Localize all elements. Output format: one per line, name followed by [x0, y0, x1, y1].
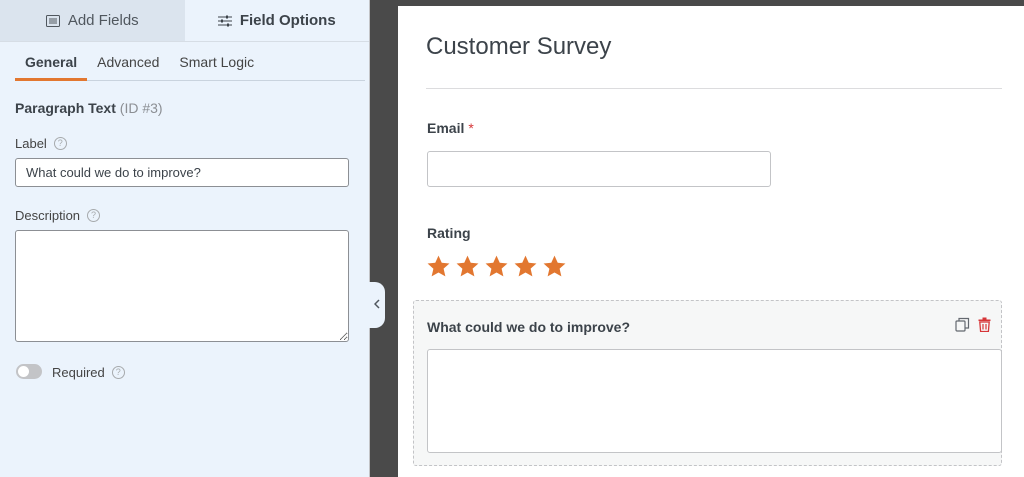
star-icon[interactable] [455, 254, 480, 279]
improve-textarea[interactable] [427, 349, 1002, 453]
help-icon[interactable]: ? [53, 137, 67, 150]
panel-tabs: Add Fields Field Options [0, 0, 369, 42]
star-icon[interactable] [426, 254, 451, 279]
chevron-left-icon [373, 296, 380, 314]
duplicate-icon[interactable] [955, 317, 970, 332]
trash-icon[interactable] [978, 317, 991, 332]
required-asterisk: * [468, 120, 474, 136]
list-icon [45, 14, 60, 27]
label-option-title: Label ? [15, 136, 67, 151]
improve-field-label: What could we do to improve? [427, 319, 630, 335]
subtab-advanced[interactable]: Advanced [87, 48, 169, 81]
field-type-heading: Paragraph Text (ID #3) [15, 100, 163, 116]
selected-field-paragraph[interactable]: What could we do to improve? [413, 300, 1002, 466]
required-toggle[interactable] [16, 364, 42, 379]
tab-field-options[interactable]: Field Options [184, 0, 369, 41]
form-title: Customer Survey [426, 33, 612, 60]
field-actions [955, 317, 991, 332]
title-divider [426, 88, 1002, 89]
subtab-general[interactable]: General [15, 48, 88, 81]
email-field-label: Email * [427, 120, 474, 136]
star-icon[interactable] [513, 254, 538, 279]
tab-field-options-label: Field Options [239, 12, 336, 29]
required-option: Required ? [52, 365, 125, 380]
collapse-sidebar-button[interactable] [369, 282, 385, 328]
form-preview: Customer Survey Email * Rating What could… [398, 6, 1024, 477]
builder-sidebar: Add Fields Field Options General Advance… [0, 0, 370, 477]
tab-add-fields[interactable]: Add Fields [0, 0, 185, 41]
email-label-text: Email [427, 120, 465, 136]
rating-stars [426, 254, 567, 279]
help-icon[interactable]: ? [111, 366, 125, 379]
email-field[interactable] [427, 151, 771, 187]
label-option-text: Label [15, 136, 47, 151]
description-option-text: Description [15, 208, 81, 223]
field-id: (ID #3) [119, 100, 163, 116]
star-icon[interactable] [484, 254, 509, 279]
description-textarea[interactable] [15, 230, 349, 342]
tab-add-fields-label: Add Fields [67, 12, 139, 29]
options-sub-tabs: General Advanced Smart Logic [15, 48, 365, 81]
field-type-name: Paragraph Text [15, 100, 116, 116]
rating-field-label: Rating [427, 225, 471, 241]
subtab-smart-logic[interactable]: Smart Logic [169, 48, 264, 81]
star-icon[interactable] [542, 254, 567, 279]
required-label: Required [52, 365, 105, 380]
help-icon[interactable]: ? [87, 209, 101, 222]
description-option-title: Description ? [15, 208, 101, 223]
label-input[interactable] [15, 158, 349, 187]
sliders-icon [217, 15, 232, 27]
